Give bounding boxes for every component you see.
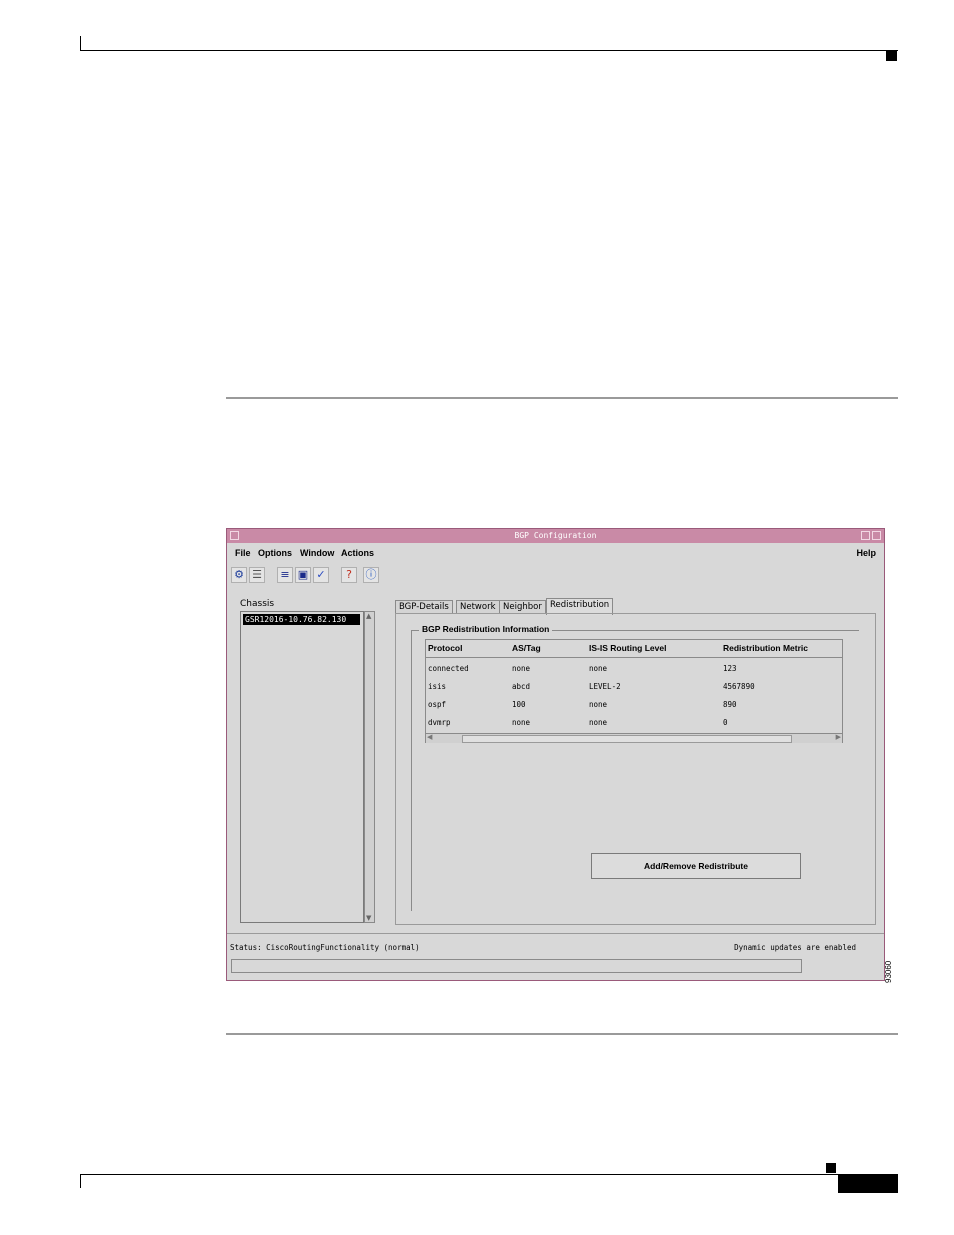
- page-footer-square: [826, 1163, 836, 1173]
- col-isis-level[interactable]: IS-IS Routing Level: [589, 643, 666, 653]
- cell-protocol: connected: [428, 664, 469, 673]
- cell-metric: 123: [723, 664, 737, 673]
- cell-metric: 0: [723, 718, 728, 727]
- page-header-rule: [80, 50, 898, 51]
- chassis-scrollbar[interactable]: ▲ ▼: [364, 611, 375, 923]
- page-footer-corner: [80, 1174, 81, 1188]
- maximize-icon[interactable]: [872, 531, 881, 540]
- layers-icon[interactable]: ☰: [249, 567, 265, 583]
- cell-as-tag: none: [512, 718, 531, 727]
- dynamic-updates-text: Dynamic updates are enabled: [734, 943, 856, 952]
- tab-network[interactable]: Network: [456, 600, 500, 614]
- table-hscrollbar[interactable]: ◀ ▶: [426, 733, 842, 743]
- header-divider: [426, 657, 842, 658]
- section-rule-bottom: [226, 1033, 898, 1035]
- add-remove-redistribute-button[interactable]: Add/Remove Redistribute: [591, 853, 801, 879]
- progress-bar: [231, 959, 802, 973]
- scroll-left-icon[interactable]: ◀: [427, 733, 432, 741]
- page-footer-rule: [80, 1174, 898, 1175]
- chassis-label: Chassis: [240, 599, 275, 609]
- cell-protocol: isis: [428, 682, 447, 691]
- window-titlebar[interactable]: BGP Configuration: [227, 529, 884, 543]
- window-menu-icon[interactable]: [230, 531, 239, 540]
- cell-isis-level: LEVEL-2: [589, 682, 621, 691]
- menu-help[interactable]: Help: [856, 548, 876, 558]
- page-number-block: [838, 1175, 898, 1193]
- check-icon[interactable]: ✓: [313, 567, 329, 583]
- tab-neighbor[interactable]: Neighbor: [499, 600, 546, 614]
- figure-id: 93060: [884, 960, 893, 983]
- monitor-icon[interactable]: ▣: [295, 567, 311, 583]
- group-title: BGP Redistribution Information: [419, 624, 553, 634]
- info-icon[interactable]: ⓘ: [363, 567, 379, 583]
- scroll-down-icon[interactable]: ▼: [366, 914, 371, 922]
- window-title: BGP Configuration: [514, 531, 597, 540]
- page-header-square: [886, 50, 897, 61]
- scroll-right-icon[interactable]: ▶: [836, 733, 841, 741]
- scroll-up-icon[interactable]: ▲: [366, 612, 371, 620]
- hscroll-thumb[interactable]: [462, 735, 792, 743]
- cell-protocol: dvmrp: [428, 718, 451, 727]
- menu-file[interactable]: File: [235, 548, 251, 558]
- cell-as-tag: 100: [512, 700, 526, 709]
- run-icon[interactable]: ⚙: [231, 567, 247, 583]
- redistribution-table: Protocol AS/Tag IS-IS Routing Level Redi…: [425, 639, 843, 743]
- col-metric[interactable]: Redistribution Metric: [723, 643, 808, 653]
- section-rule-top: [226, 397, 898, 399]
- col-as-tag[interactable]: AS/Tag: [512, 643, 541, 653]
- help-icon[interactable]: ?: [341, 567, 357, 583]
- cell-isis-level: none: [589, 664, 608, 673]
- cell-metric: 4567890: [723, 682, 755, 691]
- menu-window[interactable]: Window: [300, 548, 334, 558]
- cell-isis-level: none: [589, 700, 608, 709]
- minimize-icon[interactable]: [861, 531, 870, 540]
- col-protocol[interactable]: Protocol: [428, 643, 462, 653]
- tab-bgp-details[interactable]: BGP-Details: [395, 600, 453, 614]
- cell-as-tag: abcd: [512, 682, 531, 691]
- chassis-list[interactable]: GSR12016-10.76.82.130: [240, 611, 364, 923]
- bgp-configuration-window: BGP Configuration File Options Window Ac…: [226, 528, 885, 981]
- cell-as-tag: none: [512, 664, 531, 673]
- cell-protocol: ospf: [428, 700, 447, 709]
- status-text: Status: CiscoRoutingFunctionality (norma…: [230, 943, 420, 952]
- cell-isis-level: none: [589, 718, 608, 727]
- menu-options[interactable]: Options: [258, 548, 292, 558]
- list-icon[interactable]: ≡: [277, 567, 293, 583]
- statusbar-divider: [227, 933, 884, 934]
- chassis-item-selected[interactable]: GSR12016-10.76.82.130: [243, 614, 360, 625]
- menu-actions[interactable]: Actions: [341, 548, 374, 558]
- page-corner-mark: [80, 36, 81, 51]
- cell-metric: 890: [723, 700, 737, 709]
- menubar: File Options Window Actions Help: [233, 548, 878, 562]
